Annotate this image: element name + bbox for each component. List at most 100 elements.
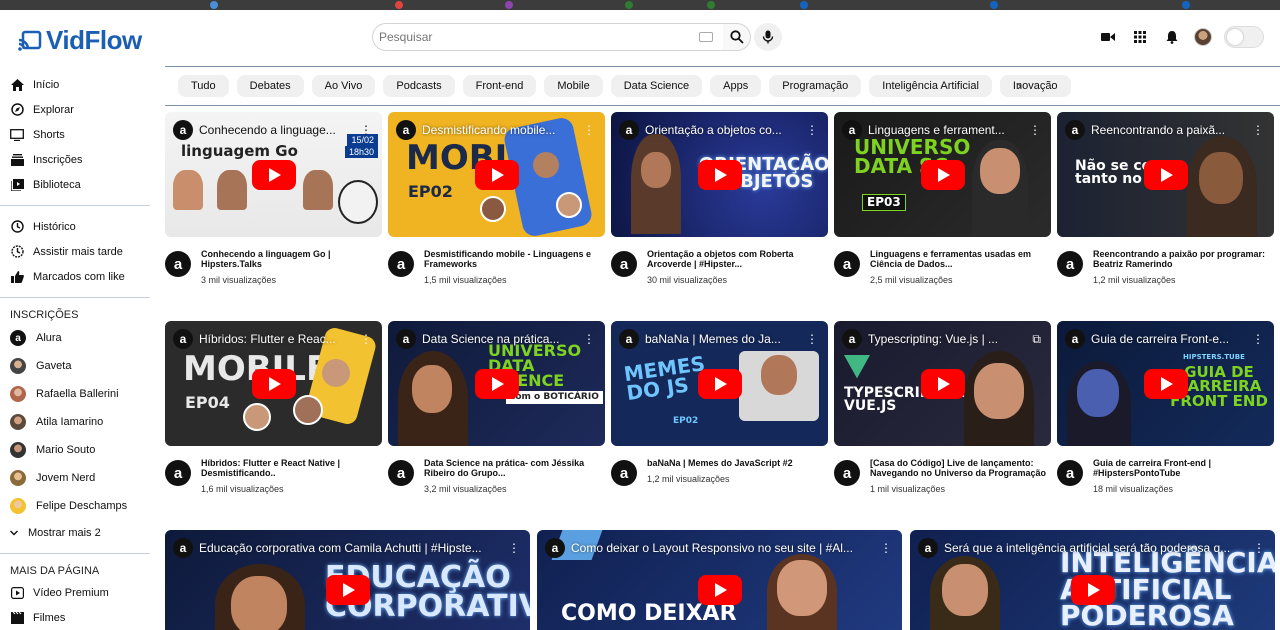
chip-podcasts[interactable]: Podcasts bbox=[383, 75, 455, 97]
more-options-icon[interactable]: ⋮ bbox=[1252, 332, 1264, 346]
play-button-icon[interactable] bbox=[697, 368, 742, 399]
sidebar-item-home[interactable]: Início bbox=[0, 72, 160, 97]
more-options-icon[interactable]: ⋮ bbox=[1252, 123, 1264, 137]
chip-tudo[interactable]: Tudo bbox=[178, 75, 229, 97]
sidebar-item-library[interactable]: Biblioteca bbox=[0, 172, 160, 197]
apps-grid-icon[interactable] bbox=[1130, 27, 1150, 47]
video-thumbnail[interactable]: UNIVERSO DATA SCIENCE com o BOTICÁRIO aD… bbox=[388, 321, 605, 446]
video-thumbnail[interactable]: EDUCAÇÃO CORPORATIVA aEducação corporati… bbox=[165, 530, 530, 630]
channel-avatar[interactable]: a bbox=[1057, 251, 1083, 277]
channel-avatar[interactable]: a bbox=[611, 460, 637, 486]
video-card[interactable]: MEMES DO JS EP02 a baNaNa | Memes do Ja..… bbox=[611, 321, 828, 486]
channel-avatar[interactable]: a bbox=[388, 460, 414, 486]
sidebar-item-movies[interactable]: Filmes bbox=[0, 605, 160, 625]
play-button-icon[interactable] bbox=[1143, 159, 1188, 190]
video-title[interactable]: Desmistificando mobile - Linguagens e Fr… bbox=[424, 249, 605, 269]
video-card[interactable]: HIPSTERS.TUBE GUIA DE CARREIRA FRONT END… bbox=[1057, 321, 1274, 494]
channel-avatar[interactable]: a bbox=[834, 251, 860, 277]
sidebar-item-liked[interactable]: Marcados com like bbox=[0, 264, 160, 289]
video-title[interactable]: baNaNa | Memes do JavaScript #2 bbox=[647, 458, 793, 468]
play-button-icon[interactable] bbox=[697, 159, 742, 190]
play-button-icon[interactable] bbox=[697, 575, 742, 605]
play-button-icon[interactable] bbox=[920, 159, 965, 190]
voice-search-button[interactable] bbox=[754, 23, 782, 51]
video-card[interactable]: MOBILE EP04 aHíbridos: Flutter e Reac...… bbox=[165, 321, 382, 494]
chip-ia[interactable]: Inteligência Artificial bbox=[869, 75, 992, 97]
channel-avatar[interactable]: a bbox=[1057, 460, 1083, 486]
chip-front-end[interactable]: Front-end bbox=[462, 75, 537, 97]
video-title[interactable]: Híbridos: Flutter e React Native | Desmi… bbox=[201, 458, 382, 478]
create-video-icon[interactable] bbox=[1098, 27, 1118, 47]
play-button-icon[interactable] bbox=[1070, 575, 1115, 605]
sidebar-item-watch-later[interactable]: Assistir mais tarde bbox=[0, 239, 160, 264]
play-button-icon[interactable] bbox=[474, 159, 519, 190]
video-card[interactable]: Não se co tanto no i a Reencontrando a pa… bbox=[1057, 112, 1274, 285]
video-card[interactable]: MOBILE EP02 a Desmistificando mobile... ⋮ … bbox=[388, 112, 605, 285]
video-thumbnail[interactable]: HIPSTERS.TUBE GUIA DE CARREIRA FRONT END… bbox=[1057, 321, 1274, 446]
sidebar-item-explore[interactable]: Explorar bbox=[0, 97, 160, 122]
video-card[interactable]: ORIENTAÇÃO A OBJETOS a Orientação a objet… bbox=[611, 112, 828, 285]
channel-avatar[interactable]: a bbox=[165, 460, 191, 486]
logo[interactable]: VidFlow bbox=[18, 25, 142, 56]
more-options-icon[interactable]: ⋮ bbox=[360, 332, 372, 346]
sidebar-sub-gaveta[interactable]: Gaveta bbox=[0, 352, 160, 380]
video-thumbnail[interactable]: MOBILE EP02 a Desmistificando mobile... ⋮ bbox=[388, 112, 605, 237]
chip-debates[interactable]: Debates bbox=[236, 75, 304, 97]
more-options-icon[interactable]: ⋮ bbox=[1253, 541, 1265, 555]
video-card[interactable]: EDUCAÇÃO CORPORATIVA aEducação corporati… bbox=[165, 530, 530, 630]
sidebar-item-premium[interactable]: Vídeo Premium bbox=[0, 580, 160, 605]
video-title[interactable]: Reencontrando a paixão por programar: Be… bbox=[1093, 249, 1274, 269]
play-button-icon[interactable] bbox=[474, 368, 519, 399]
chip-inovacao[interactable]: Inovação bbox=[999, 75, 1071, 97]
sidebar-sub-rafaella[interactable]: Rafaella Ballerini bbox=[0, 380, 160, 408]
sidebar-sub-alura[interactable]: a Alura bbox=[0, 324, 160, 352]
video-thumbnail[interactable]: linguagem Go 15/02 18h30 a Conhecendo a … bbox=[165, 112, 382, 237]
play-button-icon[interactable] bbox=[920, 368, 965, 399]
keyboard-icon[interactable] bbox=[699, 32, 713, 42]
video-card[interactable]: UNIVERSO DATA SC EP03 a Linguagens e ferr… bbox=[834, 112, 1051, 285]
video-card[interactable]: UNIVERSO DATA SCIENCE com o BOTICÁRIO aD… bbox=[388, 321, 605, 494]
video-thumbnail[interactable]: Não se co tanto no i a Reencontrando a pa… bbox=[1057, 112, 1274, 237]
video-thumbnail[interactable]: MEMES DO JS EP02 a baNaNa | Memes do Ja..… bbox=[611, 321, 828, 446]
video-title[interactable]: [Casa do Código] Live de lançamento: Nav… bbox=[870, 458, 1051, 478]
chip-programacao[interactable]: Programação bbox=[769, 75, 862, 97]
video-card[interactable]: COMO DEIXAR a Como deixar o Layout Respon… bbox=[537, 530, 902, 630]
video-thumbnail[interactable]: COMO DEIXAR a Como deixar o Layout Respon… bbox=[537, 530, 902, 630]
chip-apps[interactable]: Apps bbox=[710, 75, 762, 97]
more-options-icon[interactable]: ⋮ bbox=[360, 123, 372, 137]
more-options-icon[interactable]: ⋮ bbox=[806, 332, 818, 346]
video-card[interactable]: linguagem Go 15/02 18h30 a Conhecendo a … bbox=[165, 112, 382, 285]
more-options-icon[interactable]: ⋮ bbox=[508, 541, 520, 555]
chip-mobile[interactable]: Mobile bbox=[544, 75, 603, 97]
search-input[interactable] bbox=[379, 24, 679, 50]
play-button-icon[interactable] bbox=[1143, 368, 1188, 399]
more-options-icon[interactable]: ⋮ bbox=[880, 541, 892, 555]
sidebar-sub-mario[interactable]: Mario Souto bbox=[0, 436, 160, 464]
chevron-right-icon[interactable]: › bbox=[1017, 77, 1022, 93]
video-title[interactable]: Data Science na prática- com Jéssika Rib… bbox=[424, 458, 605, 478]
notifications-bell-icon[interactable] bbox=[1162, 27, 1182, 47]
more-options-icon[interactable]: ⋮ bbox=[583, 123, 595, 137]
video-thumbnail[interactable]: TYPESCRIPTING: VUE.JS a Typescripting: Vu… bbox=[834, 321, 1051, 446]
play-button-icon[interactable] bbox=[251, 159, 296, 190]
chip-data-science[interactable]: Data Science bbox=[610, 75, 703, 97]
sidebar-item-subscriptions[interactable]: Inscrições bbox=[0, 147, 160, 172]
sidebar-sub-atila[interactable]: Atila Iamarino bbox=[0, 408, 160, 436]
show-more-button[interactable]: Mostrar mais 2 bbox=[0, 520, 160, 545]
video-card[interactable]: INTELIGÊNCIA ARTIFICIAL PODEROSA a Será q… bbox=[910, 530, 1275, 630]
video-thumbnail[interactable]: INTELIGÊNCIA ARTIFICIAL PODEROSA a Será q… bbox=[910, 530, 1275, 630]
theme-toggle[interactable] bbox=[1224, 26, 1264, 48]
play-button-icon[interactable] bbox=[251, 368, 296, 399]
search-button[interactable] bbox=[723, 23, 751, 51]
channel-avatar[interactable]: a bbox=[388, 251, 414, 277]
sidebar-sub-jovem-nerd[interactable]: Jovem Nerd bbox=[0, 464, 160, 492]
user-avatar[interactable] bbox=[1194, 28, 1212, 46]
video-title[interactable]: Orientação a objetos com Roberta Arcover… bbox=[647, 249, 828, 269]
play-button-icon[interactable] bbox=[325, 575, 370, 605]
channel-avatar[interactable]: a bbox=[165, 251, 191, 277]
video-title[interactable]: Linguagens e ferramentas usadas em Ciênc… bbox=[870, 249, 1051, 269]
video-thumbnail[interactable]: MOBILE EP04 aHíbridos: Flutter e Reac...… bbox=[165, 321, 382, 446]
add-to-queue-icon[interactable]: ⧉ bbox=[1032, 332, 1041, 347]
sidebar-sub-felipe[interactable]: Felipe Deschamps bbox=[0, 492, 160, 520]
more-options-icon[interactable]: ⋮ bbox=[806, 123, 818, 137]
